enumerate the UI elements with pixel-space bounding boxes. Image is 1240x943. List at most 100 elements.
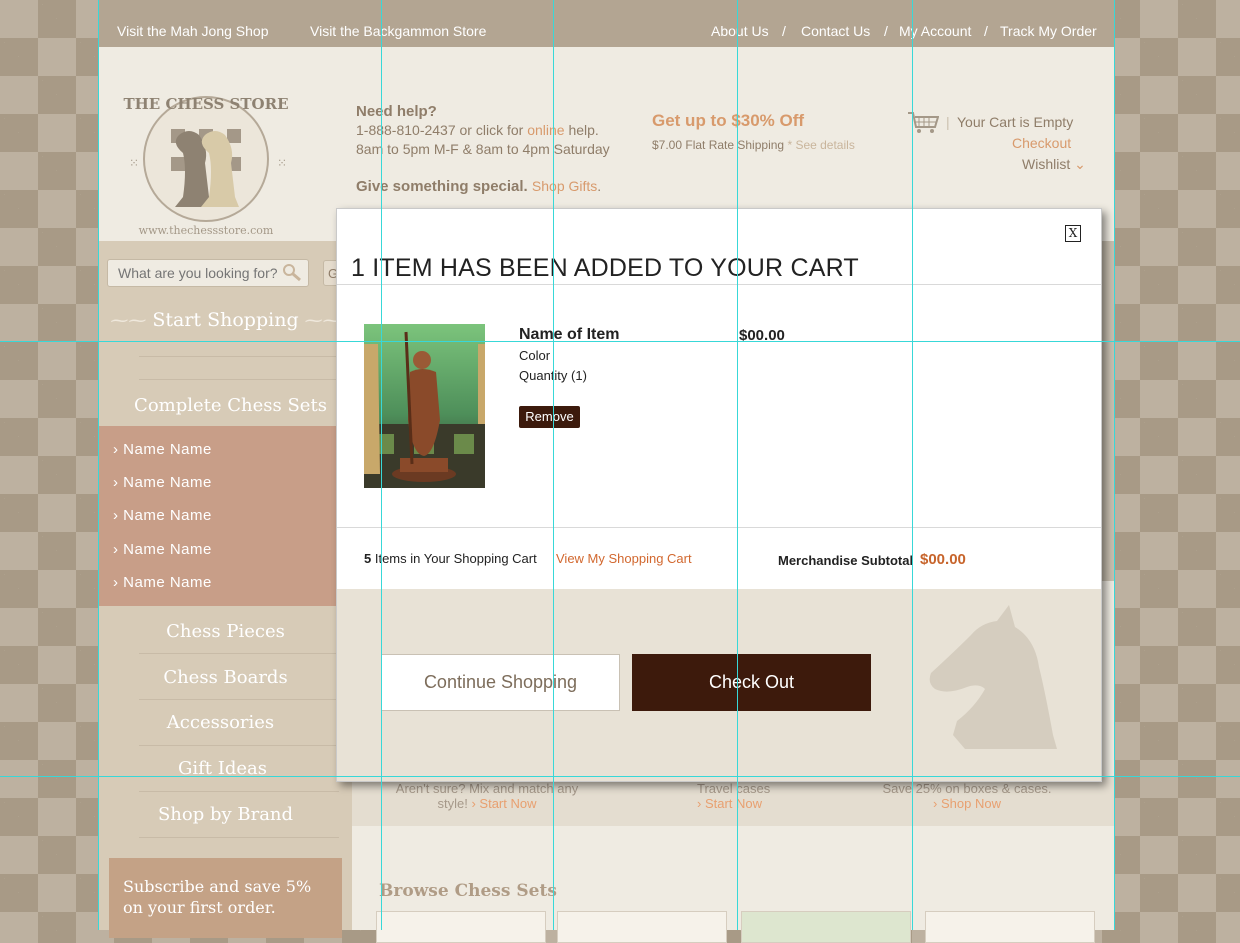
contact-us-link[interactable]: Contact Us <box>801 23 870 39</box>
shop-now-link[interactable]: › Shop Now <box>872 796 1062 811</box>
add-to-cart-modal: X 1 ITEM HAS BEEN ADDED TO YOUR CART Nam… <box>336 208 1102 782</box>
my-account-link[interactable]: My Account <box>899 23 971 39</box>
chevron-right-icon: › <box>113 541 119 558</box>
submenu-item[interactable]: › Name Name <box>113 474 212 491</box>
flourish-icon: ⁓⁓ <box>110 310 147 331</box>
cart-status: Your Cart is Empty <box>957 114 1074 130</box>
chevron-right-icon: › <box>113 574 119 591</box>
guide-line <box>553 0 554 930</box>
promo-text: Aren't sure? Mix and match any <box>395 781 579 796</box>
submenu-item[interactable]: › Name Name <box>113 574 212 591</box>
help-suffix: help. <box>564 122 599 138</box>
wishlist-link[interactable]: Wishlist ⌄ <box>1022 156 1086 173</box>
help-hours: 8am to 5pm M-F & 8am to 4pm Saturday <box>356 141 610 157</box>
search-input[interactable] <box>116 264 280 282</box>
cart-separator: | <box>946 114 950 130</box>
sidebar-item-shop-by-brand[interactable]: Shop by Brand <box>99 804 352 825</box>
submenu-item-label: Name Name <box>123 574 212 591</box>
promo-strip: Aren't sure? Mix and match any style! › … <box>352 776 1114 826</box>
chevron-right-icon: › <box>113 507 119 524</box>
divider <box>139 653 339 654</box>
close-icon[interactable]: X <box>1065 225 1081 242</box>
subtotal-value: $00.00 <box>920 551 966 568</box>
track-order-link[interactable]: Track My Order <box>1000 23 1097 39</box>
backgammon-store-link[interactable]: Visit the Backgammon Store <box>310 23 486 39</box>
promo-block: Get up to $30% Off $7.00 Flat Rate Shipp… <box>652 111 855 152</box>
complete-chess-sets-heading[interactable]: Complete Chess Sets <box>104 395 357 416</box>
promo-headline[interactable]: Get up to $30% Off <box>652 111 855 131</box>
wishlist-label: Wishlist <box>1022 156 1071 172</box>
divider <box>139 699 339 700</box>
see-details-link[interactable]: * See details <box>787 138 854 152</box>
start-now-link[interactable]: › Start Now <box>697 796 770 811</box>
subscribe-line: on your first order. <box>123 898 276 917</box>
gift-suffix: . <box>597 178 602 194</box>
divider <box>139 745 339 746</box>
start-shopping-heading: ⁓⁓ Start Shopping ⁓⁓ <box>99 309 352 331</box>
sidebar-item-chess-boards[interactable]: Chess Boards <box>99 667 352 688</box>
sidebar: GO ⁓⁓ Start Shopping ⁓⁓ Complete Chess S… <box>99 241 357 938</box>
subscribe-line: Subscribe and save 5% <box>123 877 312 896</box>
store-logo[interactable]: THE CHESS STORE www.thechessstore.com ⁙ … <box>113 79 299 241</box>
logo-text: THE CHESS STORE <box>123 95 288 113</box>
chevron-right-icon: › <box>113 441 119 458</box>
guide-line <box>98 0 99 930</box>
subscribe-banner[interactable]: Subscribe and save 5% on your first orde… <box>109 858 342 938</box>
knight-icon <box>927 603 1063 749</box>
modal-footer: Continue Shopping Check Out <box>337 589 1101 781</box>
link-label: Start Now <box>704 796 763 811</box>
continue-shopping-button[interactable]: Continue Shopping <box>381 654 620 711</box>
submenu-item-label: Name Name <box>123 507 212 524</box>
divider <box>337 284 1101 285</box>
view-cart-link[interactable]: View My Shopping Cart <box>556 551 692 566</box>
check-out-button[interactable]: Check Out <box>632 654 871 711</box>
help-block: Need help? 1-888-810-2437 or click for o… <box>356 102 610 196</box>
guide-line <box>737 0 738 930</box>
guide-line <box>0 341 1240 342</box>
divider <box>139 379 339 380</box>
product-thumbnail[interactable] <box>741 911 911 943</box>
submenu-item[interactable]: › Name Name <box>113 507 212 524</box>
gift-text: Give something special. <box>356 178 532 195</box>
online-help-link[interactable]: online <box>527 122 564 138</box>
separator: / <box>984 23 988 39</box>
link-label: Shop Now <box>940 796 1001 811</box>
promo-text: style! <box>437 796 468 811</box>
help-title: Need help? <box>356 103 437 120</box>
browse-heading: Browse Chess Sets <box>379 881 557 901</box>
flat-rate-shipping: $7.00 Flat Rate Shipping <box>652 138 785 152</box>
guide-line <box>0 776 1240 777</box>
guide-line <box>1114 0 1115 930</box>
divider <box>139 837 339 838</box>
svg-text:⁙: ⁙ <box>129 156 139 170</box>
submenu-item-label: Name Name <box>123 441 212 458</box>
product-thumbnail[interactable] <box>557 911 727 943</box>
about-us-link[interactable]: About Us <box>711 23 769 39</box>
sidebar-item-accessories[interactable]: Accessories <box>94 712 347 733</box>
submenu-item[interactable]: › Name Name <box>113 441 212 458</box>
complete-sets-submenu: › Name Name › Name Name › Name Name › Na… <box>99 426 352 606</box>
start-shopping-label: Start Shopping <box>152 309 299 331</box>
product-thumbnail[interactable] <box>925 911 1095 943</box>
submenu-item-label: Name Name <box>123 541 212 558</box>
modal-title: 1 ITEM HAS BEEN ADDED TO YOUR CART <box>351 254 859 282</box>
search-icon[interactable] <box>281 262 303 287</box>
top-bar: Visit the Mah Jong Shop Visit the Backga… <box>99 0 1114 47</box>
checkout-link[interactable]: Checkout <box>1012 135 1071 151</box>
search-box: GO <box>107 259 357 287</box>
chevron-down-icon: ⌄ <box>1074 156 1086 172</box>
product-thumbnail[interactable] <box>376 911 546 943</box>
sidebar-item-chess-pieces[interactable]: Chess Pieces <box>99 621 352 642</box>
divider <box>139 791 339 792</box>
shop-gifts-link[interactable]: Shop Gifts <box>532 178 597 194</box>
subtotal-label: Merchandise Subtotal <box>778 553 914 568</box>
logo-url: www.thechessstore.com <box>139 224 274 237</box>
mahjong-shop-link[interactable]: Visit the Mah Jong Shop <box>117 23 269 39</box>
cart-count: 5 Items in Your Shopping Cart <box>364 551 537 566</box>
submenu-item[interactable]: › Name Name <box>113 541 212 558</box>
chevron-right-icon: › <box>113 474 119 491</box>
guide-line <box>912 0 913 930</box>
remove-button[interactable]: Remove <box>519 406 580 428</box>
guide-line <box>381 0 382 930</box>
start-now-link[interactable]: › Start Now <box>471 796 536 811</box>
